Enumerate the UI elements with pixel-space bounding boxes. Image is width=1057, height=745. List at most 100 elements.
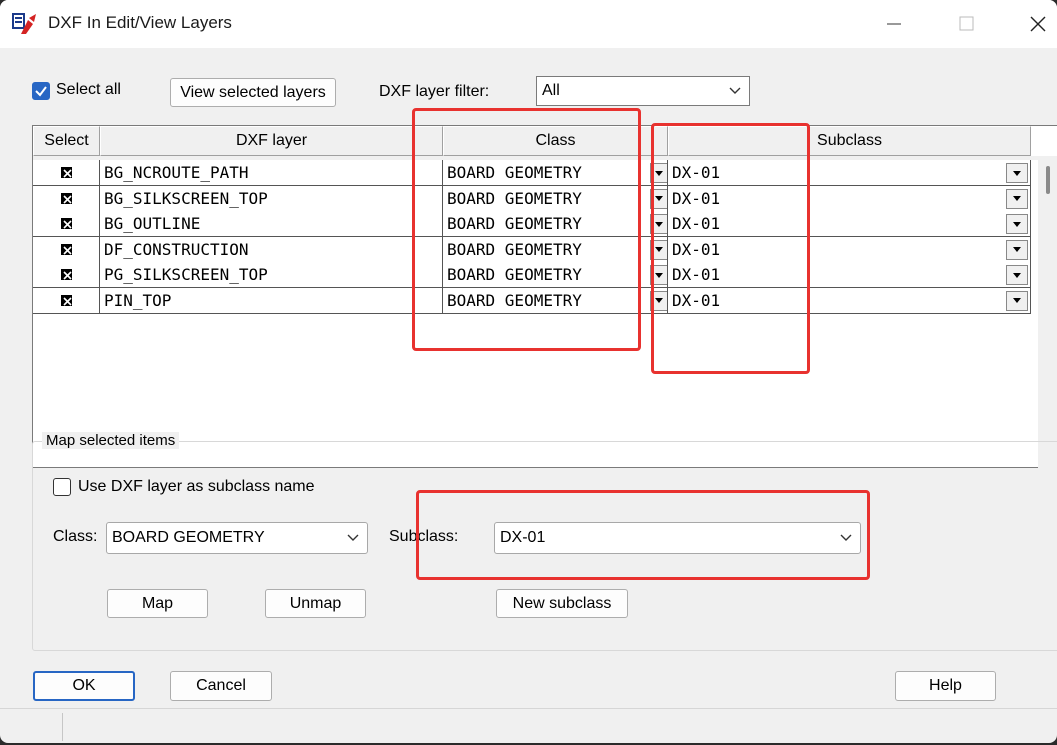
row-subclass-cell[interactable]: DX-01 <box>668 160 1031 186</box>
use-layer-as-subclass-label: Use DXF layer as subclass name <box>78 478 315 495</box>
row-dxf-layer-cell: BG_OUTLINE <box>100 211 443 237</box>
row-checkbox-icon[interactable] <box>60 192 72 204</box>
row-subclass-cell[interactable]: DX-01 <box>668 236 1031 263</box>
select-all-checkbox[interactable] <box>32 82 50 100</box>
subclass-select[interactable]: DX-01 <box>494 522 861 554</box>
help-button[interactable]: Help <box>895 671 996 701</box>
row-select-cell[interactable] <box>33 211 100 237</box>
row-class-cell[interactable]: BOARD GEOMETRY <box>443 236 668 263</box>
row-subclass-value: DX-01 <box>672 239 721 259</box>
column-header-select[interactable]: Select <box>33 126 100 156</box>
chevron-down-icon <box>840 534 852 541</box>
dropdown-arrow-icon[interactable] <box>1006 163 1028 183</box>
row-select-cell[interactable] <box>33 160 100 186</box>
row-class-value: BOARD GEOMETRY <box>447 265 582 284</box>
ok-button[interactable]: OK <box>33 671 135 701</box>
dropdown-arrow-icon[interactable] <box>650 290 667 311</box>
row-checkbox-icon[interactable] <box>60 167 72 178</box>
table-row[interactable]: BG_SILKSCREEN_TOP BOARD GEOMETRY DX-01 <box>33 185 1031 212</box>
table-row[interactable]: DF_CONSTRUCTION BOARD GEOMETRY DX-01 <box>33 236 1031 263</box>
window-title: DXF In Edit/View Layers <box>48 13 232 32</box>
dropdown-arrow-icon[interactable] <box>650 188 667 209</box>
cancel-button[interactable]: Cancel <box>170 671 272 701</box>
dropdown-arrow-icon[interactable] <box>1006 214 1028 234</box>
row-checkbox-icon[interactable] <box>60 243 72 255</box>
column-header-class[interactable]: Class <box>443 126 668 156</box>
row-class-value: BOARD GEOMETRY <box>447 214 582 233</box>
chevron-down-icon <box>347 534 359 541</box>
dxf-dialog: DXF In Edit/View Layers Select all View … <box>0 0 1057 743</box>
new-subclass-button[interactable]: New subclass <box>496 589 628 618</box>
row-class-cell[interactable]: BOARD GEOMETRY <box>443 160 668 186</box>
minimize-button[interactable] <box>874 8 914 40</box>
table-row[interactable]: BG_NCROUTE_PATH BOARD GEOMETRY DX-01 <box>33 160 1031 186</box>
row-checkbox-icon[interactable] <box>60 218 72 229</box>
dropdown-arrow-icon[interactable] <box>1006 188 1028 209</box>
row-select-cell[interactable] <box>33 236 100 263</box>
maximize-icon <box>959 16 974 31</box>
dropdown-arrow-icon[interactable] <box>650 163 667 183</box>
row-checkbox-icon[interactable] <box>60 269 72 280</box>
dialog-content: Select all View selected layers DXF laye… <box>0 48 1057 743</box>
row-select-cell[interactable] <box>33 185 100 212</box>
row-subclass-value: DX-01 <box>672 214 721 233</box>
row-class-value: BOARD GEOMETRY <box>447 188 582 208</box>
scrollbar-thumb[interactable] <box>1046 166 1050 194</box>
row-class-value: BOARD GEOMETRY <box>447 163 582 182</box>
row-subclass-cell[interactable]: DX-01 <box>668 287 1031 314</box>
row-class-cell[interactable]: BOARD GEOMETRY <box>443 185 668 212</box>
dropdown-arrow-icon[interactable] <box>650 214 667 234</box>
row-dxf-layer-cell: PG_SILKSCREEN_TOP <box>100 262 443 288</box>
dxf-layer-filter-select[interactable]: All <box>536 76 750 106</box>
row-dxf-layer-cell: PIN_TOP <box>100 287 443 314</box>
row-class-cell[interactable]: BOARD GEOMETRY <box>443 287 668 314</box>
view-selected-layers-button[interactable]: View selected layers <box>170 78 336 107</box>
table-row[interactable]: BG_OUTLINE BOARD GEOMETRY DX-01 <box>33 211 1031 237</box>
row-subclass-value: DX-01 <box>672 163 721 182</box>
close-button[interactable] <box>1018 8 1057 40</box>
title-bar: DXF In Edit/View Layers <box>0 0 1057 48</box>
table-row[interactable]: PIN_TOP BOARD GEOMETRY DX-01 <box>33 287 1031 314</box>
class-select[interactable]: BOARD GEOMETRY <box>106 522 368 554</box>
layers-grid: Select DXF layer Class Subclass BG_NCROU… <box>32 125 1057 468</box>
dropdown-arrow-icon[interactable] <box>650 239 667 260</box>
select-all-label: Select all <box>56 81 121 98</box>
use-layer-as-subclass-checkbox[interactable] <box>53 478 71 496</box>
chevron-down-icon <box>729 87 741 94</box>
subclass-select-value: DX-01 <box>500 529 546 546</box>
row-dxf-layer-cell: BG_NCROUTE_PATH <box>100 160 443 186</box>
column-header-subclass[interactable]: Subclass <box>668 126 1031 156</box>
close-icon <box>1030 16 1046 32</box>
row-select-cell[interactable] <box>33 287 100 314</box>
vertical-scrollbar[interactable] <box>1038 160 1057 468</box>
map-button[interactable]: Map <box>107 589 208 618</box>
status-divider <box>62 713 63 741</box>
table-row[interactable]: PG_SILKSCREEN_TOP BOARD GEOMETRY DX-01 <box>33 262 1031 288</box>
status-bar <box>0 708 1057 743</box>
dropdown-arrow-icon[interactable] <box>1006 265 1028 285</box>
dropdown-arrow-icon[interactable] <box>650 265 667 285</box>
checkmark-icon <box>35 86 47 97</box>
unmap-button[interactable]: Unmap <box>265 589 366 618</box>
row-subclass-value: DX-01 <box>672 265 721 284</box>
row-class-cell[interactable]: BOARD GEOMETRY <box>443 211 668 237</box>
row-dxf-layer-cell: DF_CONSTRUCTION <box>100 236 443 263</box>
row-checkbox-icon[interactable] <box>60 294 72 306</box>
filter-value: All <box>542 82 560 99</box>
class-select-value: BOARD GEOMETRY <box>112 529 265 546</box>
subclass-label: Subclass: <box>389 528 459 545</box>
row-subclass-cell[interactable]: DX-01 <box>668 262 1031 288</box>
row-subclass-cell[interactable]: DX-01 <box>668 211 1031 237</box>
maximize-button[interactable] <box>946 8 986 40</box>
dropdown-arrow-icon[interactable] <box>1006 239 1028 260</box>
app-icon <box>12 13 36 34</box>
column-header-dxf-layer[interactable]: DXF layer <box>100 126 443 156</box>
row-select-cell[interactable] <box>33 262 100 288</box>
row-subclass-cell[interactable]: DX-01 <box>668 185 1031 212</box>
row-subclass-value: DX-01 <box>672 188 721 208</box>
dropdown-arrow-icon[interactable] <box>1006 290 1028 311</box>
class-label: Class: <box>53 528 98 545</box>
minimize-icon <box>887 23 901 25</box>
row-subclass-value: DX-01 <box>672 290 721 310</box>
row-class-cell[interactable]: BOARD GEOMETRY <box>443 262 668 288</box>
